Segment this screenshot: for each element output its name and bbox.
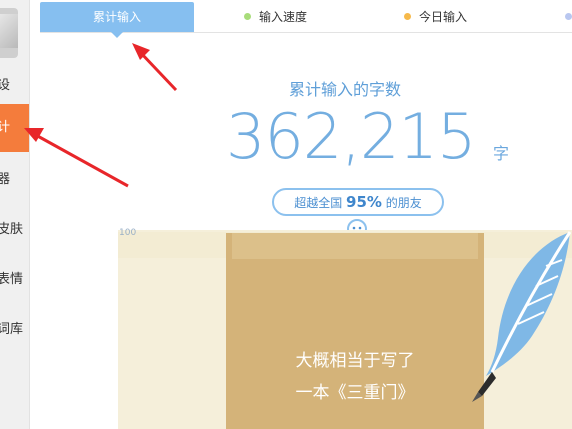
comparison-caption-line2: 一本《三重门》 bbox=[295, 383, 415, 403]
axis-tick-label: 100 bbox=[119, 228, 137, 238]
arrow-to-tab-icon bbox=[138, 50, 178, 92]
tab-bar: 累计输入 输入速度 今日输入 bbox=[40, 0, 572, 38]
ranking-prefix: 超越全国 bbox=[294, 196, 343, 210]
total-char-count: 362,215 bbox=[226, 100, 476, 173]
sidebar-item-emoji[interactable]: 表情 bbox=[0, 256, 29, 304]
arrow-to-sidebar-icon bbox=[33, 132, 129, 188]
sidebar-item-label: 器 bbox=[0, 172, 11, 187]
ranking-badge: 超越全国 95% 的朋友 bbox=[272, 188, 444, 216]
avatar[interactable] bbox=[0, 8, 18, 58]
sidebar-item-skin[interactable]: 皮肤 bbox=[0, 206, 29, 254]
sidebar-item-label: 皮肤 bbox=[0, 222, 24, 237]
tab-input-speed[interactable]: 输入速度 bbox=[244, 2, 307, 32]
arrow-head-tab-icon bbox=[132, 43, 150, 60]
tab-today-input[interactable]: 今日输入 bbox=[404, 2, 467, 32]
sidebar-item-settings[interactable]: 设 bbox=[0, 62, 29, 110]
tab-more[interactable] bbox=[565, 2, 572, 32]
count-unit: 字 bbox=[493, 144, 510, 163]
sidebar-item-label: 计 bbox=[0, 120, 11, 135]
green-dot-icon bbox=[244, 13, 251, 20]
tab-label: 累计输入 bbox=[92, 10, 141, 24]
comparison-caption-line1: 大概相当于写了 bbox=[295, 351, 415, 371]
tab-cumulative-input[interactable]: 累计输入 bbox=[40, 2, 194, 38]
tab-label: 今日输入 bbox=[419, 10, 468, 24]
stat-title: 累计输入的字数 bbox=[288, 80, 401, 99]
sidebar: 设 计 器 皮肤 表情 词库 bbox=[0, 0, 30, 429]
feather-pen-icon bbox=[472, 231, 572, 402]
tab-label: 输入速度 bbox=[259, 10, 308, 24]
sidebar-item-label: 词库 bbox=[0, 322, 24, 337]
sidebar-item-dictionary[interactable]: 词库 bbox=[0, 306, 29, 354]
purple-dot-icon bbox=[565, 13, 572, 20]
sidebar-item-stats[interactable]: 计 bbox=[0, 104, 29, 152]
sidebar-item-label: 设 bbox=[0, 78, 11, 93]
block-top-face bbox=[232, 233, 478, 259]
sidebar-item-tools[interactable]: 器 bbox=[0, 156, 29, 204]
ranking-percent: 95% bbox=[346, 193, 382, 211]
ranking-suffix: 的朋友 bbox=[385, 196, 422, 210]
sidebar-item-label: 表情 bbox=[0, 272, 24, 287]
tab-pointer-icon bbox=[111, 32, 123, 38]
orange-dot-icon bbox=[404, 13, 411, 20]
